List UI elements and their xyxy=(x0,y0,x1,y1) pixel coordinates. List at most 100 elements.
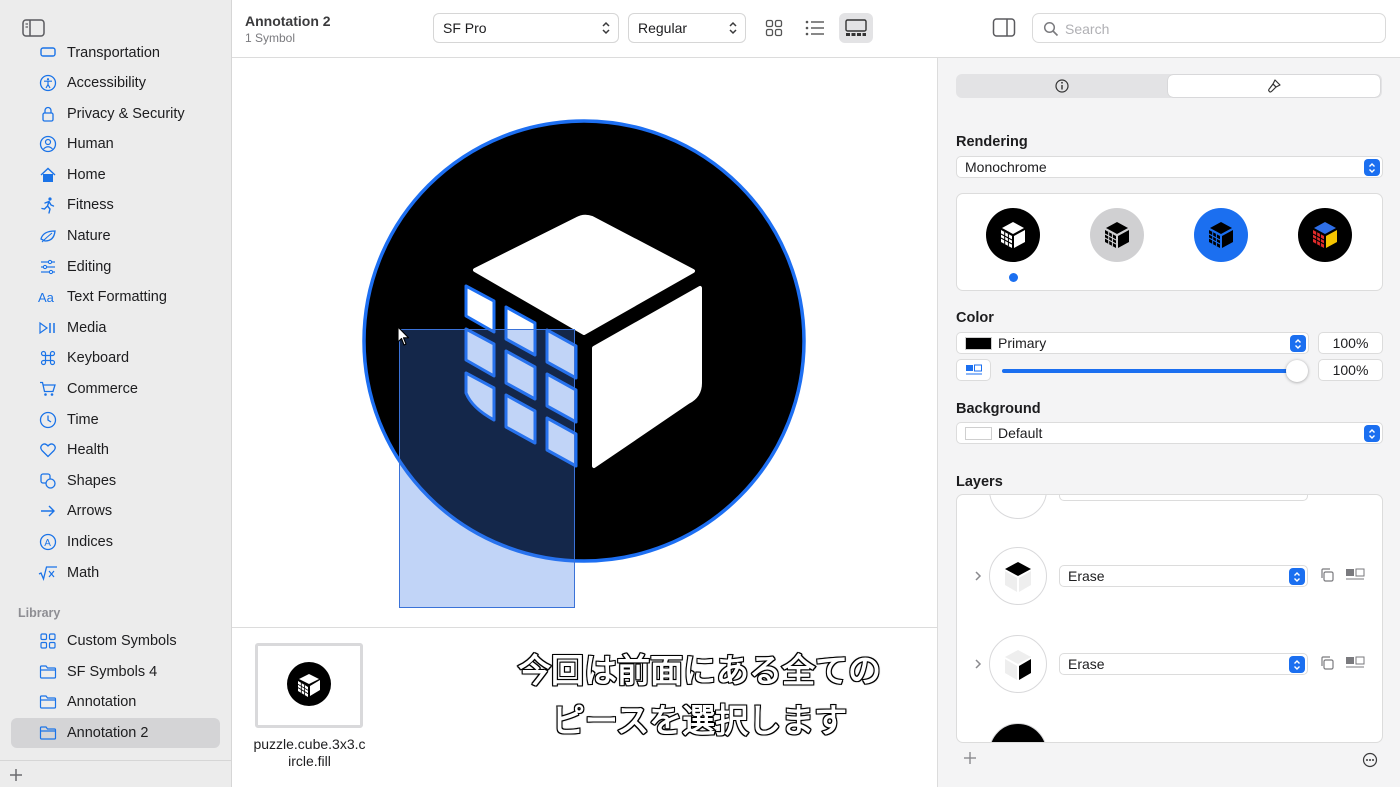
info-tab[interactable] xyxy=(958,75,1166,97)
sidebar-item-label: Text Formatting xyxy=(67,289,167,306)
add-icon[interactable] xyxy=(8,767,24,783)
sidebar-item-nature[interactable]: Nature xyxy=(11,221,220,251)
selected-indicator xyxy=(1009,273,1018,282)
layer-mode-popup[interactable] xyxy=(1059,495,1308,501)
color-popup[interactable]: Primary xyxy=(956,332,1309,354)
disclosure-chevron-icon[interactable] xyxy=(974,570,982,582)
layers-label: Layers xyxy=(956,474,1003,490)
render-monochrome-option[interactable] xyxy=(986,208,1040,262)
paintbrush-tab[interactable] xyxy=(1168,75,1380,97)
puzzle-cube-icon xyxy=(287,662,331,706)
sidebar-item-label: Math xyxy=(67,564,100,581)
disclosure-chevron-icon[interactable] xyxy=(974,658,982,670)
add-layer-icon[interactable] xyxy=(963,751,977,765)
render-hierarchical-option[interactable] xyxy=(1090,208,1144,262)
cart-icon xyxy=(38,379,58,399)
color-percent-field[interactable]: 100% xyxy=(1318,332,1383,354)
symbol-count: 1 Symbol xyxy=(245,31,296,45)
layer-mode-popup[interactable]: Erase xyxy=(1059,653,1308,675)
opacity-slider[interactable] xyxy=(1002,369,1297,373)
cube-white-icon xyxy=(1000,222,1025,248)
sidebar-item-label: Human xyxy=(67,136,114,153)
heart-icon xyxy=(38,440,58,460)
sidebar-item-label: Annotation xyxy=(67,694,137,710)
rendering-mode-popup[interactable]: Monochrome xyxy=(956,156,1383,178)
sidebar-item-label: Transportation xyxy=(67,45,160,61)
sidebar-item-keyboard[interactable]: Keyboard xyxy=(11,343,220,373)
info-circle-icon xyxy=(1055,79,1069,93)
opacity-slider-knob[interactable] xyxy=(1286,360,1308,382)
a-circle-icon: A xyxy=(38,532,58,552)
sidebar-item-transportation[interactable]: Transportation xyxy=(11,42,220,68)
weight-popup[interactable]: Regular xyxy=(628,13,746,43)
background-popup[interactable]: Default xyxy=(956,422,1383,444)
search-input[interactable] xyxy=(1065,18,1375,40)
sidebar-item-media[interactable]: Media xyxy=(11,313,220,343)
leaf-icon xyxy=(38,226,58,246)
cube-right-layer-icon xyxy=(1005,650,1031,680)
layer-mode-value: Erase xyxy=(1068,656,1105,672)
sidebar-item-annotation-2[interactable]: Annotation 2 xyxy=(11,717,220,748)
search-field[interactable] xyxy=(1032,13,1386,43)
clip-layer-icon[interactable] xyxy=(1345,656,1365,670)
opacity-mode-button[interactable] xyxy=(956,359,991,381)
sidebar-item-sf-symbols-4[interactable]: SF Symbols 4 xyxy=(11,657,220,687)
layer-row-partial[interactable] xyxy=(957,710,1382,742)
more-options-icon[interactable] xyxy=(1362,752,1378,768)
sidebar-item-shapes[interactable]: Shapes xyxy=(11,466,220,496)
sidebar-item-editing[interactable]: Editing xyxy=(11,252,220,282)
layer-row-partial[interactable] xyxy=(957,495,1382,536)
cursor-icon xyxy=(397,326,411,348)
sidebar-item-commerce[interactable]: Commerce xyxy=(11,374,220,404)
gallery-view-button[interactable] xyxy=(839,13,873,43)
sidebar-item-custom-symbols[interactable]: Custom Symbols xyxy=(11,626,220,656)
paintbrush-icon xyxy=(1268,79,1281,93)
sidebar-item-fitness[interactable]: Fitness xyxy=(11,190,220,220)
sidebar-item-home[interactable]: Home xyxy=(11,160,220,190)
sidebar-item-accessibility[interactable]: Accessibility xyxy=(11,68,220,98)
shapes-icon xyxy=(38,471,58,491)
symbol-canvas[interactable] xyxy=(232,58,937,627)
opacity-icon xyxy=(965,364,982,375)
cube-multicolor-icon xyxy=(1312,222,1337,248)
color-value: Primary xyxy=(998,335,1047,351)
sidebar-item-math[interactable]: Math xyxy=(11,558,220,588)
grid-view-button[interactable] xyxy=(757,13,791,43)
sidebar-item-human[interactable]: Human xyxy=(11,129,220,159)
sidebar-item-arrows[interactable]: Arrows xyxy=(11,496,220,526)
duplicate-icon[interactable] xyxy=(1319,567,1335,583)
folder-icon xyxy=(38,723,58,743)
cube-dark-icon xyxy=(1104,222,1129,248)
symbol-thumbnail[interactable] xyxy=(255,643,363,728)
sidebar-item-label: Time xyxy=(67,411,99,428)
sidebar-item-health[interactable]: Health xyxy=(11,435,220,465)
svg-text:A: A xyxy=(44,538,51,549)
render-multicolor-option[interactable] xyxy=(1298,208,1352,262)
sidebar: Transportation Accessibility Privacy & Se… xyxy=(0,0,232,787)
opacity-percent-field[interactable]: 100% xyxy=(1318,359,1383,381)
layer-thumbnail xyxy=(989,635,1047,693)
duplicate-icon[interactable] xyxy=(1319,655,1335,671)
sidebar-item-privacy-security[interactable]: Privacy & Security xyxy=(11,99,220,129)
layer-row[interactable]: Erase xyxy=(957,622,1382,710)
sidebar-item-time[interactable]: Time xyxy=(11,405,220,435)
sidebar-item-text-formatting[interactable]: Aa Text Formatting xyxy=(11,282,220,312)
list-view-button[interactable] xyxy=(798,13,832,43)
collection-title: Annotation 2 xyxy=(245,13,331,29)
layer-mode-popup[interactable]: Erase xyxy=(1059,565,1308,587)
sidebar-toggle-icon[interactable] xyxy=(22,18,46,38)
sidebar-item-label: Commerce xyxy=(67,381,138,397)
inspector-segmented-control xyxy=(956,74,1382,98)
subtitle-caption: 今回は前面にある全ての ピースを選択します xyxy=(462,646,937,746)
render-palette-option[interactable] xyxy=(1194,208,1248,262)
sidebar-item-annotation[interactable]: Annotation xyxy=(11,687,220,717)
accessibility-icon xyxy=(38,73,58,93)
caption-line-2: ピースを選択します xyxy=(551,700,848,741)
sidebar-item-indices[interactable]: A Indices xyxy=(11,527,220,557)
font-popup[interactable]: SF Pro xyxy=(433,13,619,43)
layers-list[interactable]: Erase Erase xyxy=(956,494,1383,743)
layer-row[interactable]: Erase xyxy=(957,534,1382,622)
lock-icon xyxy=(38,104,58,124)
inspector-toggle-icon[interactable] xyxy=(992,17,1016,39)
clip-layer-icon[interactable] xyxy=(1345,568,1365,582)
